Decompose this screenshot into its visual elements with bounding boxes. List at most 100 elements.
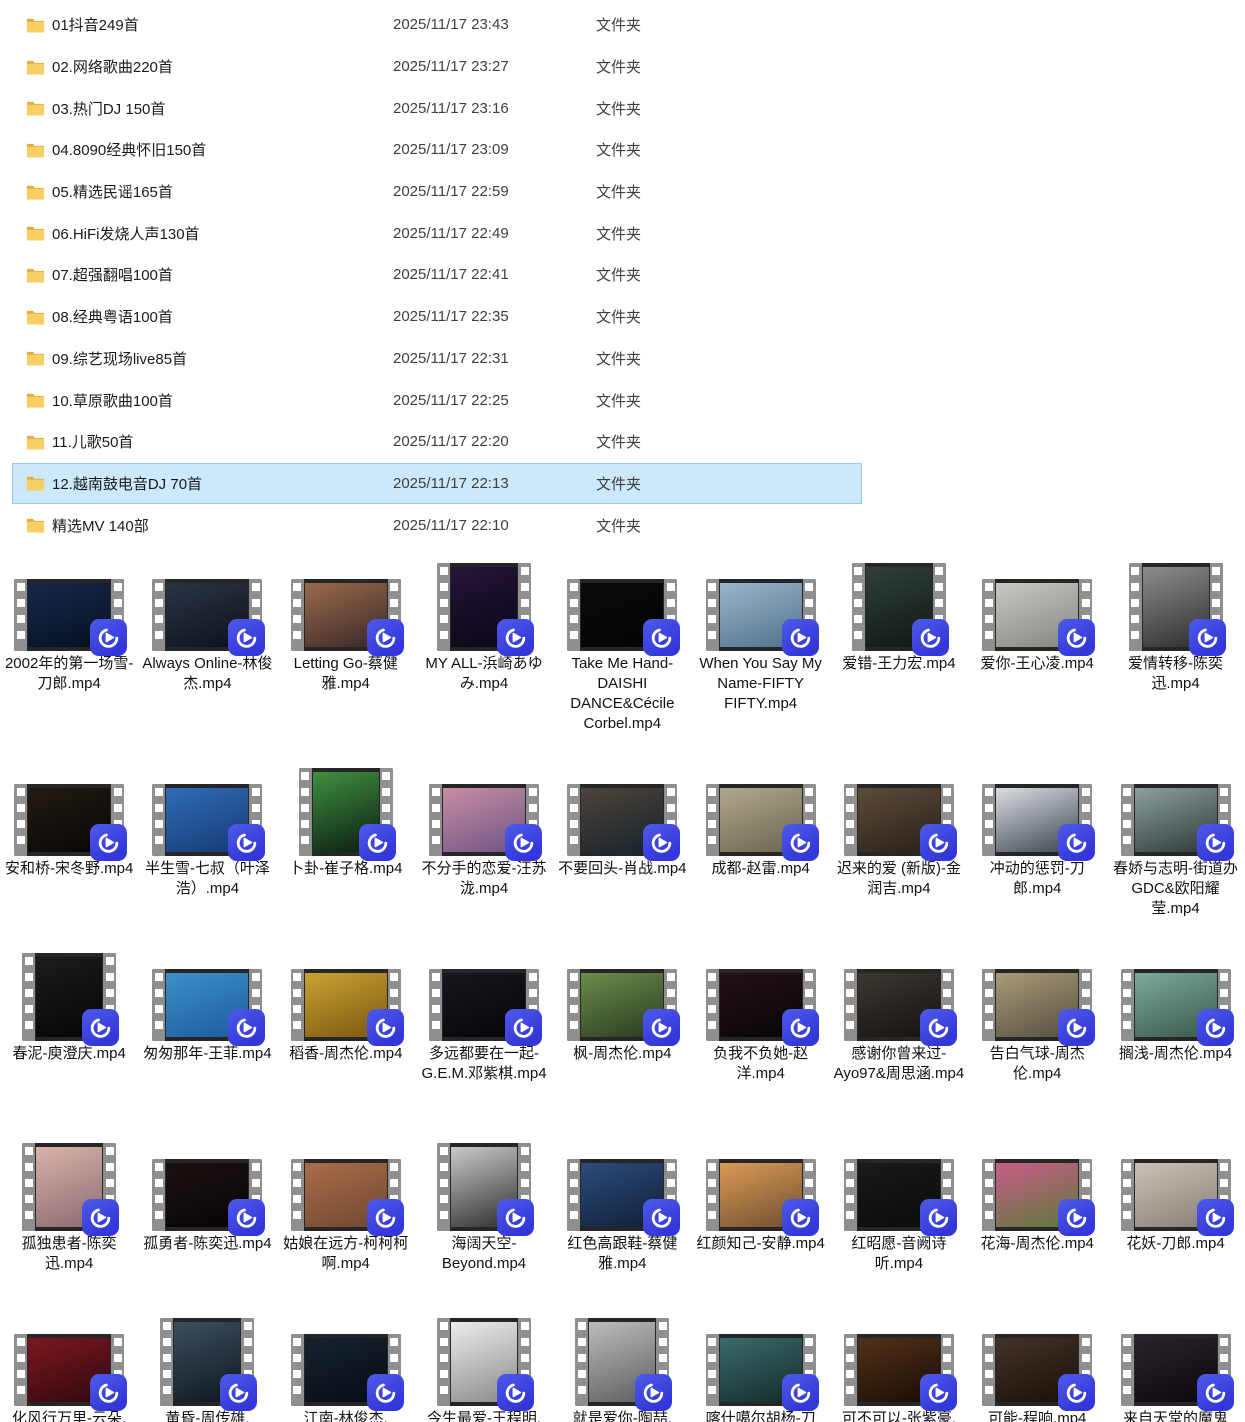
- video-file-item[interactable]: 不要回头-肖战.mp4: [553, 764, 691, 949]
- video-file-item[interactable]: 就是爱你-陶喆.: [553, 1314, 691, 1422]
- folder-type: 文件夹: [596, 14, 641, 35]
- folder-name: 07.超强翻唱100首: [52, 264, 393, 285]
- video-file-item[interactable]: 可能-程响.mp4: [968, 1314, 1106, 1422]
- video-file-item[interactable]: 卜卦-崔子格.mp4: [277, 764, 415, 949]
- filmstrip-thumbnail-icon: [1121, 1334, 1231, 1406]
- video-file-item[interactable]: 海阔天空-Beyond.mp4: [415, 1139, 553, 1314]
- filmstrip-thumbnail-icon: [982, 579, 1092, 651]
- folder-row[interactable]: 10.草原歌曲100首 2025/11/17 22:25 文件夹: [12, 379, 862, 421]
- video-file-item[interactable]: 江南-林俊杰.: [277, 1314, 415, 1422]
- video-file-item[interactable]: 孤勇者-陈奕迅.mp4: [138, 1139, 276, 1314]
- folder-date-modified: 2025/11/17 23:09: [393, 141, 596, 158]
- video-file-item[interactable]: 爱你-王心凌.mp4: [968, 559, 1106, 764]
- folder-row[interactable]: 精选MV 140部 2025/11/17 22:10 文件夹: [12, 504, 862, 546]
- filmstrip-thumbnail-icon: [567, 969, 677, 1041]
- video-file-item[interactable]: 安和桥-宋冬野.mp4: [0, 764, 138, 949]
- video-thumbnail-wrap: [152, 559, 262, 651]
- video-file-item[interactable]: 爱错-王力宏.mp4: [830, 559, 968, 764]
- video-filename-label: MY ALL-浜崎あゆみ.mp4: [418, 654, 550, 694]
- folder-row[interactable]: 06.HiFi发烧人声130首 2025/11/17 22:49 文件夹: [12, 212, 862, 254]
- video-file-item[interactable]: 今生最爱-王程明.: [415, 1314, 553, 1422]
- video-file-item[interactable]: 搁浅-周杰伦.mp4: [1106, 949, 1244, 1139]
- video-thumbnail-wrap: [844, 949, 954, 1041]
- video-filename-label: 感谢你曾来过-Ayo97&周思涵.mp4: [833, 1044, 965, 1084]
- filmstrip-thumbnail-icon: [706, 579, 816, 651]
- filmstrip-thumbnail-icon: [844, 1159, 954, 1231]
- video-thumbnail-wrap: [14, 1314, 124, 1406]
- video-file-item[interactable]: 感谢你曾来过-Ayo97&周思涵.mp4: [830, 949, 968, 1139]
- video-thumbnail-wrap: [567, 1139, 677, 1231]
- video-file-item[interactable]: 匆匆那年-王菲.mp4: [138, 949, 276, 1139]
- video-thumbnail-wrap: [14, 764, 124, 856]
- video-file-item[interactable]: 负我不负她-赵洋.mp4: [691, 949, 829, 1139]
- filmstrip-thumbnail-icon: [437, 1318, 531, 1406]
- video-file-item[interactable]: 化风行万里-云朵.: [0, 1314, 138, 1422]
- video-file-item[interactable]: 枫-周杰伦.mp4: [553, 949, 691, 1139]
- video-thumbnail-wrap: [437, 559, 531, 651]
- video-filename-label: When You Say My Name-FIFTY FIFTY.mp4: [695, 654, 827, 714]
- video-grid-row: 2002年的第一场雪-刀郎.mp4 Always Online-林俊杰.mp4: [0, 559, 1245, 764]
- video-file-item[interactable]: 孤独患者-陈奕迅.mp4: [0, 1139, 138, 1314]
- video-filename-label: Take Me Hand-DAISHI DANCE&Cécile Corbel.…: [556, 654, 688, 734]
- video-file-item[interactable]: Letting Go-蔡健雅.mp4: [277, 559, 415, 764]
- video-thumbnail-wrap: [852, 559, 946, 651]
- folder-name: 01抖音249首: [52, 14, 393, 35]
- folder-row[interactable]: 03.热门DJ 150首 2025/11/17 23:16 文件夹: [12, 87, 862, 129]
- video-file-item[interactable]: 爱情转移-陈奕迅.mp4: [1106, 559, 1244, 764]
- filmstrip-thumbnail-icon: [437, 1143, 531, 1231]
- video-file-item[interactable]: 2002年的第一场雪-刀郎.mp4: [0, 559, 138, 764]
- folder-icon: [26, 184, 45, 200]
- video-file-item[interactable]: 告白气球-周杰伦.mp4: [968, 949, 1106, 1139]
- video-player-play-badge-icon: [643, 619, 680, 656]
- video-thumbnail-wrap: [1121, 1139, 1231, 1231]
- video-file-item[interactable]: 红色高跟鞋-蔡健雅.mp4: [553, 1139, 691, 1314]
- filmstrip-thumbnail-icon: [291, 1159, 401, 1231]
- folder-row[interactable]: 08.经典粤语100首 2025/11/17 22:35 文件夹: [12, 296, 862, 338]
- video-file-item[interactable]: 花海-周杰伦.mp4: [968, 1139, 1106, 1314]
- filmstrip-sprocket-left: [22, 1143, 35, 1231]
- filmstrip-sprocket-left: [982, 579, 995, 651]
- video-file-item[interactable]: 春娇与志明-街道办GDC&欧阳耀莹.mp4: [1106, 764, 1244, 949]
- folder-row[interactable]: 11.儿歌50首 2025/11/17 22:20 文件夹: [12, 421, 862, 463]
- video-file-item[interactable]: 成都-赵雷.mp4: [691, 764, 829, 949]
- video-file-item[interactable]: 多远都要在一起-G.E.M.邓紫棋.mp4: [415, 949, 553, 1139]
- folder-row[interactable]: 09.综艺现场live85首 2025/11/17 22:31 文件夹: [12, 338, 862, 380]
- folder-row[interactable]: 01抖音249首 2025/11/17 23:43 文件夹: [12, 4, 862, 46]
- video-file-item[interactable]: 红昭愿-音阙诗听.mp4: [830, 1139, 968, 1314]
- video-file-item[interactable]: 冲动的惩罚-刀郎.mp4: [968, 764, 1106, 949]
- video-filename-label: 孤独患者-陈奕迅.mp4: [3, 1234, 135, 1274]
- filmstrip-thumbnail-icon: [982, 784, 1092, 856]
- video-player-play-badge-icon: [505, 1009, 542, 1046]
- folder-icon: [26, 392, 45, 408]
- video-player-play-badge-icon: [82, 1009, 119, 1046]
- video-file-item[interactable]: 黄昏-周传雄.: [138, 1314, 276, 1422]
- folder-row[interactable]: 02.网络歌曲220首 2025/11/17 23:27 文件夹: [12, 46, 862, 88]
- video-file-item[interactable]: 不分手的恋爱-汪苏泷.mp4: [415, 764, 553, 949]
- video-filename-label: 稻香-周杰伦.mp4: [280, 1044, 412, 1064]
- folder-row[interactable]: 12.越南鼓电音DJ 70首 2025/11/17 22:13 文件夹: [12, 463, 862, 505]
- video-file-item[interactable]: 半生雪-七叔（叶泽浩）.mp4: [138, 764, 276, 949]
- filmstrip-thumbnail-icon: [160, 1318, 254, 1406]
- video-file-item[interactable]: 迟来的爱 (新版)-金润吉.mp4: [830, 764, 968, 949]
- video-file-item[interactable]: 姑娘在远方-柯柯柯啊.mp4: [277, 1139, 415, 1314]
- video-file-item[interactable]: 花妖-刀郎.mp4: [1106, 1139, 1244, 1314]
- folder-row[interactable]: 04.8090经典怀旧150首 2025/11/17 23:09 文件夹: [12, 129, 862, 171]
- video-file-item[interactable]: 来自天堂的魔鬼: [1106, 1314, 1244, 1422]
- video-thumbnail-wrap: [706, 559, 816, 651]
- video-file-item[interactable]: 稻香-周杰伦.mp4: [277, 949, 415, 1139]
- folder-date-modified: 2025/11/17 23:27: [393, 58, 596, 75]
- folder-icon: [26, 517, 45, 533]
- video-thumbnail-wrap: [706, 1139, 816, 1231]
- video-file-item[interactable]: Always Online-林俊杰.mp4: [138, 559, 276, 764]
- filmstrip-sprocket-left: [437, 563, 450, 651]
- video-file-item[interactable]: 红颜知己-安静.mp4: [691, 1139, 829, 1314]
- video-file-item[interactable]: 可不可以-张紫豪.: [830, 1314, 968, 1422]
- video-file-item[interactable]: 春泥-庾澄庆.mp4: [0, 949, 138, 1139]
- video-file-item[interactable]: Take Me Hand-DAISHI DANCE&Cécile Corbel.…: [553, 559, 691, 764]
- folder-row[interactable]: 05.精选民谣165首 2025/11/17 22:59 文件夹: [12, 171, 862, 213]
- video-file-item[interactable]: MY ALL-浜崎あゆみ.mp4: [415, 559, 553, 764]
- folder-row[interactable]: 07.超强翻唱100首 2025/11/17 22:41 文件夹: [12, 254, 862, 296]
- video-file-item[interactable]: When You Say My Name-FIFTY FIFTY.mp4: [691, 559, 829, 764]
- filmstrip-sprocket-left: [437, 1318, 450, 1406]
- video-file-item[interactable]: 喀什噶尔胡杨-刀: [691, 1314, 829, 1422]
